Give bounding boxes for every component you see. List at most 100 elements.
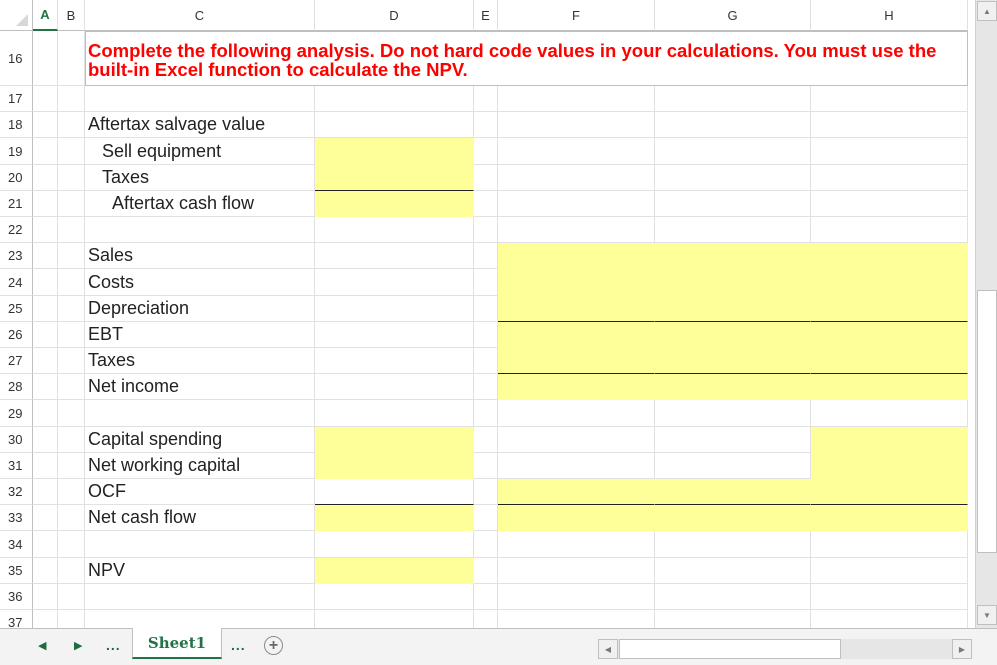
row-header-28[interactable]: 28 [0,374,33,400]
cell-g24[interactable] [655,269,811,296]
cell-a33[interactable] [33,505,58,531]
cell-e17[interactable] [474,86,498,112]
cell-d35[interactable] [315,558,474,584]
cell-e37[interactable] [474,610,498,628]
cell-h25[interactable] [811,296,968,322]
cell-b18[interactable] [58,112,85,138]
cell-h21[interactable] [811,191,968,217]
cell-c20[interactable]: Taxes [85,165,315,191]
cell-c34[interactable] [85,531,315,558]
column-header-b[interactable]: B [58,0,85,31]
cell-c33[interactable]: Net cash flow [85,505,315,531]
cell-b25[interactable] [58,296,85,322]
cell-h22[interactable] [811,217,968,243]
cell-a28[interactable] [33,374,58,400]
cell-a37[interactable] [33,610,58,628]
cell-h36[interactable] [811,584,968,610]
cell-f35[interactable] [498,558,655,584]
cell-d18[interactable] [315,112,474,138]
cell-c27[interactable]: Taxes [85,348,315,374]
cell-d22[interactable] [315,217,474,243]
cell-f36[interactable] [498,584,655,610]
cell-f17[interactable] [498,86,655,112]
cell-f22[interactable] [498,217,655,243]
cell-b36[interactable] [58,584,85,610]
cell-e28[interactable] [474,374,498,400]
cell-a30[interactable] [33,427,58,453]
row-header-31[interactable]: 31 [0,453,33,479]
row-header-16[interactable]: 16 [0,31,33,86]
cell-h17[interactable] [811,86,968,112]
cell-h32[interactable] [811,479,968,505]
cell-b22[interactable] [58,217,85,243]
cell-h19[interactable] [811,138,968,165]
column-header-e[interactable]: E [474,0,498,31]
cell-b34[interactable] [58,531,85,558]
cell-f29[interactable] [498,400,655,427]
cell-c32[interactable]: OCF [85,479,315,505]
cell-d24[interactable] [315,269,474,296]
cell-f31[interactable] [498,453,655,479]
cell-f26[interactable] [498,322,655,348]
cell-a31[interactable] [33,453,58,479]
cell-a17[interactable] [33,86,58,112]
cell-b24[interactable] [58,269,85,296]
cell-f25[interactable] [498,296,655,322]
cell-a27[interactable] [33,348,58,374]
cell-f37[interactable] [498,610,655,628]
row-header-35[interactable]: 35 [0,558,33,584]
cell-d31[interactable] [315,453,474,479]
row-header-24[interactable]: 24 [0,269,33,296]
cell-a34[interactable] [33,531,58,558]
cell-a29[interactable] [33,400,58,427]
cell-f19[interactable] [498,138,655,165]
cell-f32[interactable] [498,479,655,505]
row-header-19[interactable]: 19 [0,138,33,165]
cell-h33[interactable] [811,505,968,531]
cell-c31[interactable]: Net working capital [85,453,315,479]
cell-b21[interactable] [58,191,85,217]
cell-b31[interactable] [58,453,85,479]
cell-g25[interactable] [655,296,811,322]
cell-a22[interactable] [33,217,58,243]
cell-g23[interactable] [655,243,811,269]
cell-a19[interactable] [33,138,58,165]
cell-f24[interactable] [498,269,655,296]
cell-e35[interactable] [474,558,498,584]
more-sheets-right-button[interactable]: ... [231,637,246,653]
cell-g26[interactable] [655,322,811,348]
cell-g18[interactable] [655,112,811,138]
cell-g19[interactable] [655,138,811,165]
cell-g22[interactable] [655,217,811,243]
cell-b35[interactable] [58,558,85,584]
cell-g32[interactable] [655,479,811,505]
row-header-29[interactable]: 29 [0,400,33,427]
row-header-30[interactable]: 30 [0,427,33,453]
cell-d28[interactable] [315,374,474,400]
cell-g21[interactable] [655,191,811,217]
row-header-17[interactable]: 17 [0,86,33,112]
cell-a16[interactable] [33,31,58,86]
cell-g31[interactable] [655,453,811,479]
cell-e24[interactable] [474,269,498,296]
cell-c35[interactable]: NPV [85,558,315,584]
more-sheets-left-button[interactable]: ... [106,637,121,653]
cell-b28[interactable] [58,374,85,400]
cell-c29[interactable] [85,400,315,427]
prev-sheet-button[interactable]: ◀ [38,639,46,652]
vertical-scrollbar[interactable]: ▲ ▼ [975,0,997,628]
row-header-22[interactable]: 22 [0,217,33,243]
cell-g30[interactable] [655,427,811,453]
row-header-37[interactable]: 37 [0,610,33,628]
cell-d34[interactable] [315,531,474,558]
column-header-d[interactable]: D [315,0,474,31]
cell-c37[interactable] [85,610,315,628]
cell-c21[interactable]: Aftertax cash flow [85,191,315,217]
cell-d25[interactable] [315,296,474,322]
cell-e25[interactable] [474,296,498,322]
cell-a25[interactable] [33,296,58,322]
column-header-h[interactable]: H [811,0,968,31]
cell-h24[interactable] [811,269,968,296]
column-header-a[interactable]: A [33,0,58,31]
cell-f20[interactable] [498,165,655,191]
